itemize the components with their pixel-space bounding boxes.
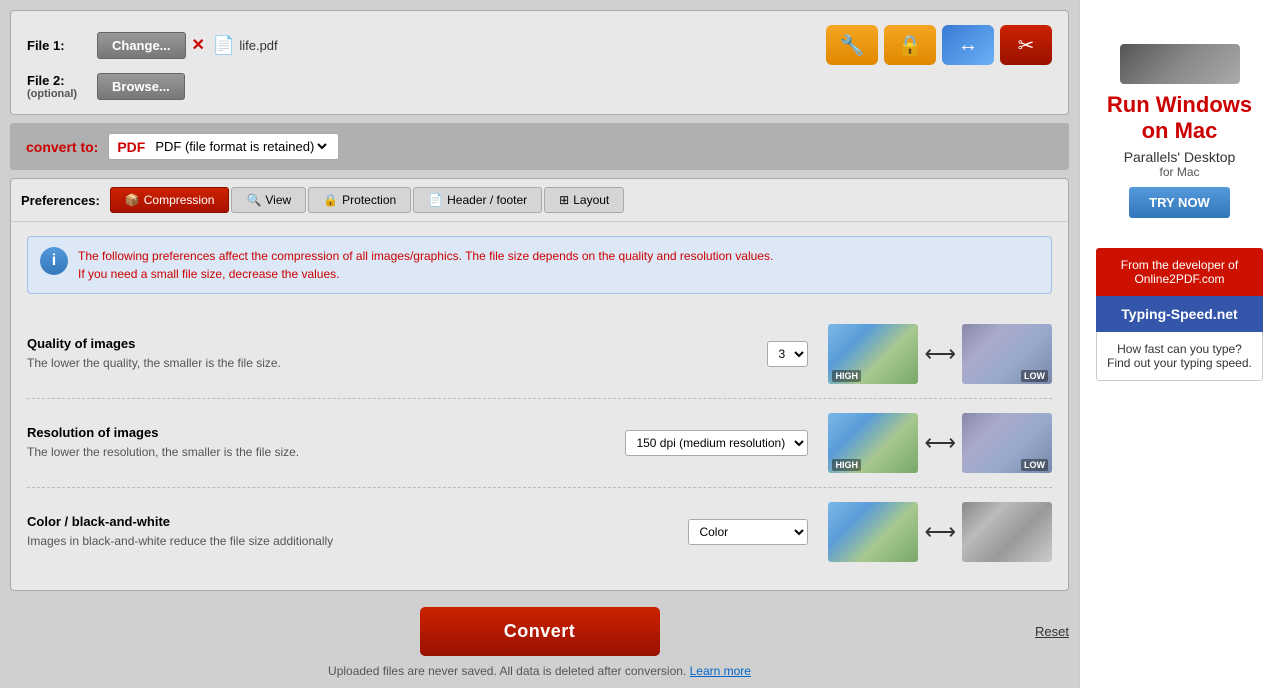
pdf-format-icon: PDF — [117, 139, 145, 155]
color-arrow-icon: ⟷ — [924, 519, 956, 545]
tab-view[interactable]: 🔍 View — [231, 187, 306, 213]
footer-note-text: Uploaded files are never saved. All data… — [328, 664, 686, 678]
layout-icon: ⊞ — [559, 193, 569, 207]
view-icon: 🔍 — [246, 193, 261, 207]
ad-title-line1: Run Windows — [1106, 92, 1253, 118]
quality-high-img: HIGH — [828, 324, 918, 384]
resolution-title: Resolution of images — [27, 425, 605, 440]
color-desc: Images in black-and-white reduce the fil… — [27, 533, 668, 550]
swap-icon-button[interactable]: ↔ — [942, 25, 994, 65]
remove-file-button[interactable]: ✕ — [192, 35, 205, 55]
color-left: Color / black-and-white Images in black-… — [27, 514, 668, 550]
ad-subtitle: Parallels' Desktop — [1106, 149, 1253, 165]
ad-subtitle2: for Mac — [1106, 165, 1253, 179]
preferences-section: Preferences: 📦 Compression 🔍 View 🔒 Prot… — [10, 178, 1069, 591]
quality-title: Quality of images — [27, 336, 747, 351]
bw-img — [962, 502, 1052, 562]
resolution-arrow-icon: ⟷ — [924, 430, 956, 456]
parallels-image — [1120, 44, 1240, 84]
quality-left: Quality of images The lower the quality,… — [27, 336, 747, 372]
convert-button[interactable]: Convert — [420, 607, 660, 656]
quality-select[interactable]: 1 2 3 4 5 — [767, 341, 808, 367]
protection-icon: 🔒 — [323, 193, 338, 207]
file2-label-container: File 2: (optional) — [27, 73, 97, 100]
tools-icon-button[interactable]: 🔧 — [826, 25, 878, 65]
ad-typing-text: How fast can you type? Find out your typ… — [1096, 332, 1263, 381]
ad-dev-label: From the developer of Online2PDF.com — [1096, 248, 1263, 296]
tab-header-footer[interactable]: 📄 Header / footer — [413, 187, 542, 213]
change-button[interactable]: Change... — [97, 32, 186, 59]
ad-title-line2: on Mac — [1106, 118, 1253, 144]
file1-label: File 1: — [27, 38, 97, 53]
right-sidebar: Run Windows on Mac Parallels' Desktop fo… — [1079, 0, 1279, 688]
resolution-row: Resolution of images The lower the resol… — [27, 399, 1052, 488]
low-label: LOW — [1021, 370, 1048, 382]
res-low-label: LOW — [1021, 459, 1048, 471]
footer-note: Uploaded files are never saved. All data… — [10, 664, 1069, 678]
color-row: Color / black-and-white Images in black-… — [27, 488, 1052, 576]
tab-protection[interactable]: 🔒 Protection — [308, 187, 411, 213]
quality-low-img: LOW — [962, 324, 1052, 384]
ad-dev-block: From the developer of Online2PDF.com Typ… — [1096, 248, 1263, 381]
ad-typing-label[interactable]: Typing-Speed.net — [1096, 296, 1263, 332]
prefs-header: Preferences: 📦 Compression 🔍 View 🔒 Prot… — [11, 179, 1068, 222]
quality-visual: HIGH ⟷ LOW — [828, 324, 1052, 384]
reset-link[interactable]: Reset — [1035, 624, 1069, 639]
resolution-visual: HIGH ⟷ LOW — [828, 413, 1052, 473]
info-text: The following preferences affect the com… — [78, 247, 773, 283]
file2-label: File 2: — [27, 73, 97, 88]
info-icon: i — [40, 247, 68, 275]
quality-control[interactable]: 1 2 3 4 5 — [767, 341, 808, 367]
browse-button[interactable]: Browse... — [97, 73, 185, 100]
ad-main: Run Windows on Mac Parallels' Desktop fo… — [1096, 20, 1263, 234]
file2-optional: (optional) — [27, 88, 97, 100]
color-control[interactable]: Color Black-and-white — [688, 519, 808, 545]
header-footer-icon: 📄 — [428, 193, 443, 207]
quality-arrow-icon: ⟷ — [924, 341, 956, 367]
high-label: HIGH — [832, 370, 861, 382]
compression-icon: 📦 — [125, 193, 140, 207]
convert-section: Convert Reset — [10, 607, 1069, 656]
toolbar-icons: 🔧 🔒 ↔ ✂ — [826, 25, 1052, 65]
pdf-icon: 📄 — [213, 35, 235, 56]
convert-to-row: convert to: PDF PDF (file format is reta… — [10, 123, 1069, 170]
resolution-low-img: LOW — [962, 413, 1052, 473]
scissors-icon-button[interactable]: ✂ — [1000, 25, 1052, 65]
format-select-container[interactable]: PDF PDF (file format is retained) — [108, 133, 339, 160]
quality-row: Quality of images The lower the quality,… — [27, 310, 1052, 399]
file1-name: life.pdf — [239, 38, 277, 53]
color-title: Color / black-and-white — [27, 514, 668, 529]
resolution-left: Resolution of images The lower the resol… — [27, 425, 605, 461]
res-high-label: HIGH — [832, 459, 861, 471]
info-box: i The following preferences affect the c… — [27, 236, 1052, 294]
resolution-control[interactable]: 72 dpi (screen resolution) 96 dpi (low r… — [625, 430, 808, 456]
tab-compression[interactable]: 📦 Compression — [110, 187, 230, 213]
lock-icon-button[interactable]: 🔒 — [884, 25, 936, 65]
format-select[interactable]: PDF (file format is retained) — [151, 138, 330, 155]
resolution-select[interactable]: 72 dpi (screen resolution) 96 dpi (low r… — [625, 430, 808, 456]
resolution-high-img: HIGH — [828, 413, 918, 473]
try-now-button[interactable]: TRY NOW — [1129, 187, 1230, 218]
quality-desc: The lower the quality, the smaller is th… — [27, 355, 747, 372]
color-visual: ⟷ — [828, 502, 1052, 562]
learn-more-link[interactable]: Learn more — [690, 664, 751, 678]
convert-to-label: convert to: — [26, 139, 98, 155]
color-select[interactable]: Color Black-and-white — [688, 519, 808, 545]
prefs-label: Preferences: — [21, 193, 100, 208]
color-img — [828, 502, 918, 562]
prefs-body: i The following preferences affect the c… — [11, 222, 1068, 590]
resolution-desc: The lower the resolution, the smaller is… — [27, 444, 605, 461]
tab-layout[interactable]: ⊞ Layout — [544, 187, 624, 213]
